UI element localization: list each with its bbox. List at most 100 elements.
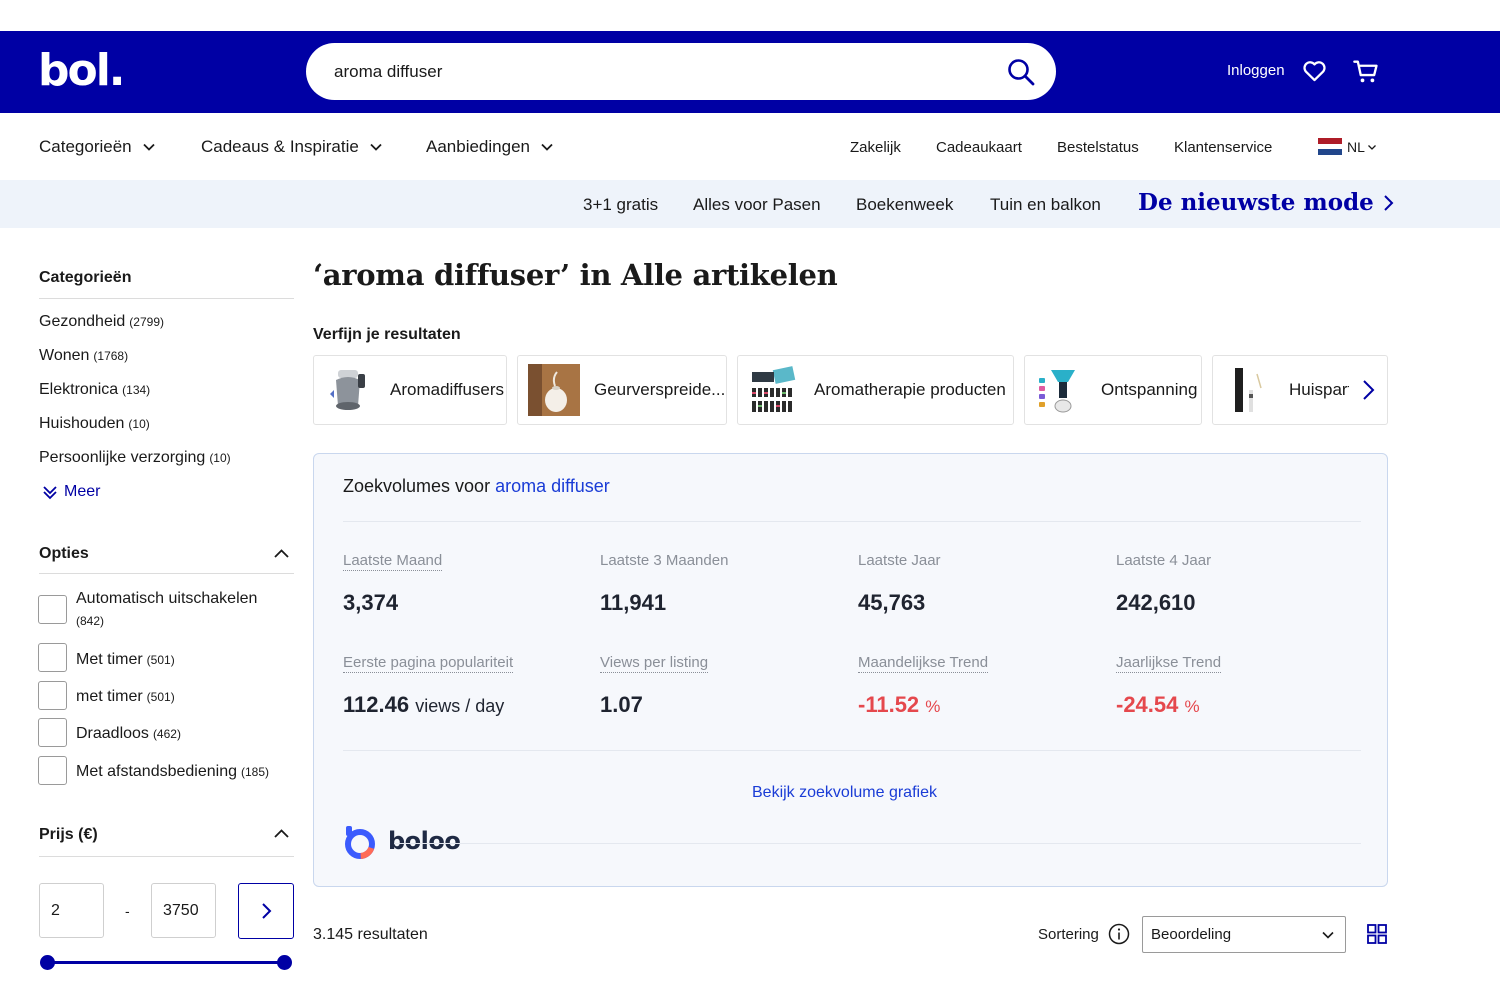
promo-link-bookweek[interactable]: Boekenweek bbox=[856, 195, 953, 215]
stat-number: -11.52 bbox=[858, 692, 920, 717]
option-checkbox-auto-off[interactable] bbox=[38, 595, 67, 624]
stat-value-last-month: 3,374 bbox=[343, 590, 399, 615]
stat-unit: % bbox=[925, 697, 941, 716]
stat-label-last-month[interactable]: Laatste Maand bbox=[343, 552, 443, 571]
cart-icon[interactable] bbox=[1352, 57, 1380, 85]
price-slider-track[interactable] bbox=[47, 961, 284, 964]
category-count: (10) bbox=[128, 417, 150, 431]
nav-link-giftcard[interactable]: Cadeaukaart bbox=[936, 139, 1022, 156]
option-checkbox-wireless[interactable] bbox=[38, 718, 67, 747]
chevron-down-icon bbox=[541, 143, 553, 151]
sort-label: Sortering bbox=[1038, 926, 1099, 943]
chips-next-button[interactable] bbox=[1349, 360, 1387, 420]
divider bbox=[39, 856, 294, 857]
heart-icon[interactable] bbox=[1301, 57, 1328, 84]
panel-keyword: aroma diffuser bbox=[495, 476, 610, 496]
chevron-right-icon bbox=[262, 903, 272, 919]
top-header: bol. Inloggen bbox=[0, 31, 1500, 113]
option-label: Automatisch uitschakelen bbox=[76, 590, 258, 607]
chevron-up-icon[interactable] bbox=[273, 825, 290, 842]
chevron-up-icon[interactable] bbox=[273, 545, 290, 562]
stat-value-first-page-popularity: 112.46 views / day bbox=[343, 692, 504, 718]
nav-link-customer-service[interactable]: Klantenservice bbox=[1174, 139, 1272, 156]
price-slider-max-handle[interactable] bbox=[277, 955, 292, 970]
boloo-brand: boloo bbox=[388, 827, 461, 855]
chip-label: Geurverspreide... bbox=[594, 380, 726, 399]
stat-label-yearly-trend[interactable]: Jaarlijkse Trend bbox=[1116, 654, 1222, 673]
refine-chip-scent-diffusers[interactable]: Geurverspreide... bbox=[517, 355, 727, 425]
category-count: (2799) bbox=[129, 315, 164, 329]
stat-label-first-page-popularity[interactable]: Eerste pagina populariteit bbox=[343, 654, 514, 673]
stat-label-monthly-trend[interactable]: Maandelijkse Trend bbox=[858, 654, 989, 673]
option-checkbox-remote[interactable] bbox=[38, 756, 67, 785]
category-label: Elektronica bbox=[39, 381, 119, 398]
stat-value-last-year: 45,763 bbox=[858, 590, 926, 615]
price-apply-button[interactable] bbox=[238, 883, 294, 939]
language-selector[interactable]: NL bbox=[1347, 139, 1377, 155]
stat-value-monthly-trend: -11.52 % bbox=[858, 692, 940, 718]
stat-label-last-4-years: Laatste 4 Jaar bbox=[1116, 552, 1212, 569]
bol-logo[interactable]: bol. bbox=[38, 49, 126, 93]
refine-chip-relaxation[interactable]: Ontspanning bbox=[1024, 355, 1202, 425]
refine-chip-aromatherapy[interactable]: Aromatherapie producten bbox=[737, 355, 1014, 425]
option-checkbox-timer[interactable] bbox=[38, 643, 67, 672]
chevron-down-icon bbox=[1322, 931, 1334, 939]
search-icon[interactable] bbox=[1006, 57, 1036, 87]
category-label: Huishouden bbox=[39, 415, 125, 432]
netherlands-flag-icon bbox=[1318, 138, 1342, 156]
stat-label-views-per-listing[interactable]: Views per listing bbox=[600, 654, 709, 673]
category-electronics[interactable]: Elektronica (134) bbox=[39, 381, 150, 399]
login-link[interactable]: Inloggen bbox=[1227, 62, 1285, 79]
promo-link-3plus1[interactable]: 3+1 gratis bbox=[583, 195, 658, 215]
chevron-right-icon bbox=[1384, 194, 1394, 211]
promo-highlight-fashion[interactable]: De nieuwste mode bbox=[1138, 189, 1395, 216]
category-personal-care[interactable]: Persoonlijke verzorging (10) bbox=[39, 449, 231, 467]
chip-label: Ontspanning bbox=[1101, 380, 1198, 399]
nav-link-business[interactable]: Zakelijk bbox=[850, 139, 901, 156]
option-checkbox-timer-lower[interactable] bbox=[38, 681, 67, 710]
category-count: (10) bbox=[209, 451, 231, 465]
search-input[interactable] bbox=[334, 43, 984, 100]
stat-value-yearly-trend: -24.54 % bbox=[1116, 692, 1200, 718]
option-label-auto-off: Automatisch uitschakelen (842) bbox=[76, 588, 257, 632]
category-living[interactable]: Wonen (1768) bbox=[39, 347, 128, 365]
category-household[interactable]: Huishouden (10) bbox=[39, 415, 150, 433]
nav-menu-label: Aanbiedingen bbox=[426, 137, 530, 156]
stat-value-last-3-months: 11,941 bbox=[600, 590, 667, 615]
category-health[interactable]: Gezondheid (2799) bbox=[39, 313, 164, 331]
option-count: (185) bbox=[241, 765, 270, 779]
category-label: Wonen bbox=[39, 347, 90, 364]
promo-bar: 3+1 gratis Alles voor Pasen Boekenweek T… bbox=[0, 180, 1500, 228]
price-min-input[interactable]: 2 bbox=[39, 883, 104, 938]
promo-link-garden[interactable]: Tuin en balkon bbox=[990, 195, 1101, 215]
option-count: (462) bbox=[152, 727, 181, 741]
nav-link-order-status[interactable]: Bestelstatus bbox=[1057, 139, 1139, 156]
nav-menu-label: Categorieën bbox=[39, 137, 132, 156]
option-label: met timer bbox=[76, 688, 143, 705]
sort-selected-value: Beoordeling bbox=[1151, 926, 1232, 943]
info-icon[interactable] bbox=[1108, 923, 1130, 945]
refine-chip-aromadiffusers[interactable]: Aromadiffusers bbox=[313, 355, 507, 425]
relaxation-product-image bbox=[1039, 370, 1075, 413]
divider bbox=[39, 298, 294, 299]
sort-select[interactable]: Beoordeling bbox=[1142, 916, 1346, 953]
chevron-right-icon bbox=[1363, 380, 1375, 400]
option-label: Met timer bbox=[76, 651, 143, 668]
results-count: 3.145 resultaten bbox=[313, 926, 428, 943]
nav-menu-gifts[interactable]: Cadeaus & Inspiratie bbox=[201, 137, 383, 157]
nav-menu-label: Cadeaus & Inspiratie bbox=[201, 137, 359, 156]
option-count: (501) bbox=[146, 653, 175, 667]
boloo-logo-icon bbox=[345, 826, 375, 859]
view-volume-chart-link[interactable]: Bekijk zoekvolume grafiek bbox=[752, 784, 937, 802]
show-more-link[interactable]: Meer bbox=[42, 483, 100, 501]
options-title: Opties bbox=[39, 545, 89, 562]
promo-link-easter[interactable]: Alles voor Pasen bbox=[693, 195, 821, 215]
nav-menu-categories[interactable]: Categorieën bbox=[39, 137, 156, 157]
price-slider-min-handle[interactable] bbox=[40, 955, 55, 970]
price-max-input[interactable]: 3750 bbox=[151, 883, 216, 938]
search-volume-panel: Zoekvolumes voor aroma diffuser Laatste … bbox=[313, 453, 1388, 887]
scent-diffuser-product-image bbox=[528, 364, 580, 416]
option-label: Draadloos bbox=[76, 725, 149, 742]
grid-view-icon[interactable] bbox=[1366, 923, 1388, 945]
nav-menu-deals[interactable]: Aanbiedingen bbox=[426, 137, 554, 157]
